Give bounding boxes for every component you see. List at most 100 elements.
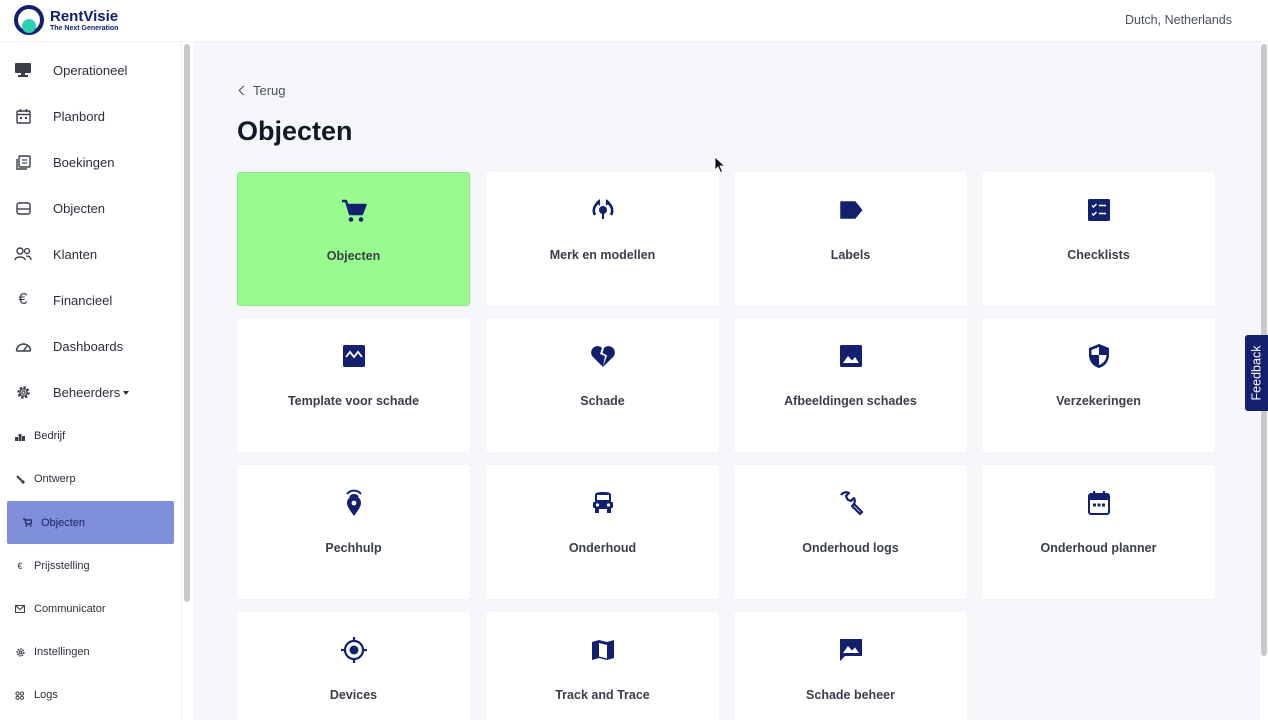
logo-icon xyxy=(13,4,45,36)
calendar-icon xyxy=(1085,489,1113,517)
wrench-icon xyxy=(837,489,865,517)
chevron-left-icon xyxy=(238,85,249,96)
sidebar-subitem-label: Logs xyxy=(34,689,58,701)
sidebar-subitem-communicator[interactable]: Communicator xyxy=(0,592,180,626)
sidebar-subitem-label: Instellingen xyxy=(34,646,90,658)
sidebar-item-klanten[interactable]: Klanten xyxy=(0,234,180,274)
brand-logo[interactable]: RentVisie The Next Generation xyxy=(13,4,118,36)
bookings-icon xyxy=(14,153,32,171)
tile-onderhoud[interactable]: Onderhoud xyxy=(486,465,719,599)
sidebar-subitem-instellingen[interactable]: Instellingen xyxy=(0,635,180,669)
euro-icon: € xyxy=(17,561,23,571)
sidebar-item-dashboards[interactable]: Dashboards xyxy=(0,326,180,366)
language-selector[interactable]: Dutch, Netherlands xyxy=(1125,13,1232,27)
sidebar-item-label: Boekingen xyxy=(53,154,115,170)
broken-heart-icon xyxy=(589,342,617,370)
tile-schade[interactable]: Schade xyxy=(486,318,719,452)
sidebar-item-objecten[interactable]: Objecten xyxy=(0,188,180,228)
users-icon xyxy=(14,245,32,263)
tile-label: Schade beheer xyxy=(806,688,895,702)
sidebar-subitem-ontwerp[interactable]: Ontwerp xyxy=(0,462,180,496)
tile-template-voor-schade[interactable]: Template voor schade xyxy=(237,318,470,452)
sidebar-item-label: Financieel xyxy=(53,292,113,308)
car-icon xyxy=(589,489,617,517)
page-title: Objecten xyxy=(237,116,353,146)
tile-onderhoud-logs[interactable]: Onderhoud logs xyxy=(734,465,967,599)
tile-label: Onderhoud planner xyxy=(1040,541,1157,555)
tile-schade-beheer[interactable]: Schade beheer xyxy=(734,612,967,720)
sidebar-item-label: Planbord xyxy=(53,108,106,124)
sidebar-item-beheerders[interactable]: Beheerders xyxy=(0,372,180,412)
sidebar-subitem-label: Ontwerp xyxy=(34,473,76,485)
tile-label: Labels xyxy=(830,248,871,262)
label-icon xyxy=(837,196,865,224)
tile-label: Checklists xyxy=(1067,248,1130,262)
logs-icon xyxy=(14,689,26,701)
shield-icon xyxy=(1085,342,1113,370)
back-link[interactable]: Terug xyxy=(238,83,286,98)
location-signal-icon xyxy=(340,489,368,517)
map-icon xyxy=(589,636,617,664)
feedback-button[interactable]: Feedback xyxy=(1245,335,1268,411)
mail-icon xyxy=(14,603,26,615)
inbox-icon xyxy=(14,199,32,217)
chevron-down-icon xyxy=(123,391,130,396)
tile-objecten[interactable]: Objecten xyxy=(237,172,470,306)
brand-icon xyxy=(589,196,617,224)
brand-name: RentVisie xyxy=(50,7,119,25)
checklist-icon xyxy=(1085,196,1113,224)
brand-tagline: The Next Generation xyxy=(50,24,119,32)
gps-icon xyxy=(340,636,368,664)
sidebar-item-planbord[interactable]: Planbord xyxy=(0,96,180,136)
tile-label: Track and Trace xyxy=(555,688,650,702)
tile-label: Template voor schade xyxy=(287,394,420,408)
sidebar-subitem-prijsstelling[interactable]: € Prijsstelling xyxy=(0,549,180,583)
brush-icon xyxy=(14,473,26,485)
sidebar-item-label: Dashboards xyxy=(53,338,124,354)
sidebar-subitem-objecten[interactable]: Objecten xyxy=(7,501,174,544)
sidebar-subitem-bedrijf[interactable]: Bedrijf xyxy=(0,419,180,453)
sidebar-item-operationeel[interactable]: Operationeel xyxy=(0,50,180,90)
sidebar-item-boekingen[interactable]: Boekingen xyxy=(0,142,180,182)
tile-verzekeringen[interactable]: Verzekeringen xyxy=(982,318,1215,452)
euro-icon: € xyxy=(18,291,28,308)
tile-afbeeldingen-schades[interactable]: Afbeeldingen schades xyxy=(734,318,967,452)
tile-pechhulp[interactable]: Pechhulp xyxy=(237,465,470,599)
tile-label: Afbeeldingen schades xyxy=(784,394,917,408)
back-label: Terug xyxy=(253,83,286,98)
sidebar-item-financieel[interactable]: € Financieel xyxy=(0,280,180,320)
gauge-icon xyxy=(14,337,32,355)
tile-checklists[interactable]: Checklists xyxy=(982,172,1215,306)
sidebar-subitem-logs[interactable]: Logs xyxy=(0,678,180,712)
tile-label: Pechhulp xyxy=(325,541,382,555)
tile-label: Onderhoud xyxy=(568,541,637,555)
tile-devices[interactable]: Devices xyxy=(237,612,470,720)
damage-template-icon xyxy=(340,342,368,370)
tile-labels[interactable]: Labels xyxy=(734,172,967,306)
sidebar-item-label: Objecten xyxy=(53,200,106,216)
tile-label: Objecten xyxy=(326,249,381,263)
cart-icon xyxy=(340,197,368,225)
tile-onderhoud-planner[interactable]: Onderhoud planner xyxy=(982,465,1215,599)
calendar-icon xyxy=(14,107,32,125)
tile-merk-en-modellen[interactable]: Merk en modellen xyxy=(486,172,719,306)
feedback-label: Feedback xyxy=(1249,345,1264,401)
gear-icon xyxy=(14,646,26,658)
top-header: RentVisie The Next Generation Dutch, Net… xyxy=(0,0,1268,42)
monitor-icon xyxy=(14,61,32,79)
sidebar-item-label: Operationeel xyxy=(53,62,128,78)
chart-icon xyxy=(14,430,26,442)
sidebar-subitem-label: Bedrijf xyxy=(34,430,66,442)
sidebar-subitem-label: Communicator xyxy=(34,603,106,615)
tile-track-and-trace[interactable]: Track and Trace xyxy=(486,612,719,720)
sidebar-subitem-label: Objecten xyxy=(41,516,86,529)
tile-label: Schade xyxy=(580,394,625,408)
sidebar-scrollbar[interactable] xyxy=(184,44,190,602)
mouse-cursor-icon xyxy=(714,156,726,174)
sidebar-item-label: Beheerders xyxy=(53,385,130,400)
tile-label: Verzekeringen xyxy=(1056,394,1141,408)
cart-icon xyxy=(21,517,33,529)
sidebar-subitem-label: Prijsstelling xyxy=(34,560,90,572)
image-icon xyxy=(837,342,865,370)
tile-label: Devices xyxy=(329,688,378,702)
